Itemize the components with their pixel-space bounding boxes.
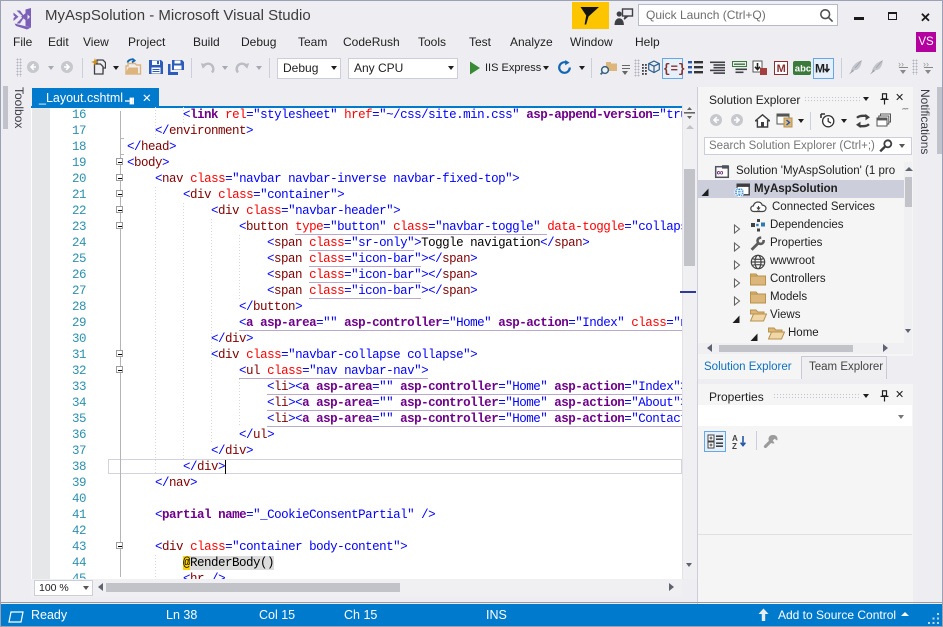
- svg-text:{=}: {=}: [663, 63, 686, 76]
- svg-text:M: M: [777, 63, 786, 75]
- svg-text:M: M: [815, 62, 825, 76]
- svg-text:Z: Z: [732, 442, 737, 449]
- svg-text:abc: abc: [795, 64, 811, 75]
- svg-text:∞: ∞: [717, 167, 724, 178]
